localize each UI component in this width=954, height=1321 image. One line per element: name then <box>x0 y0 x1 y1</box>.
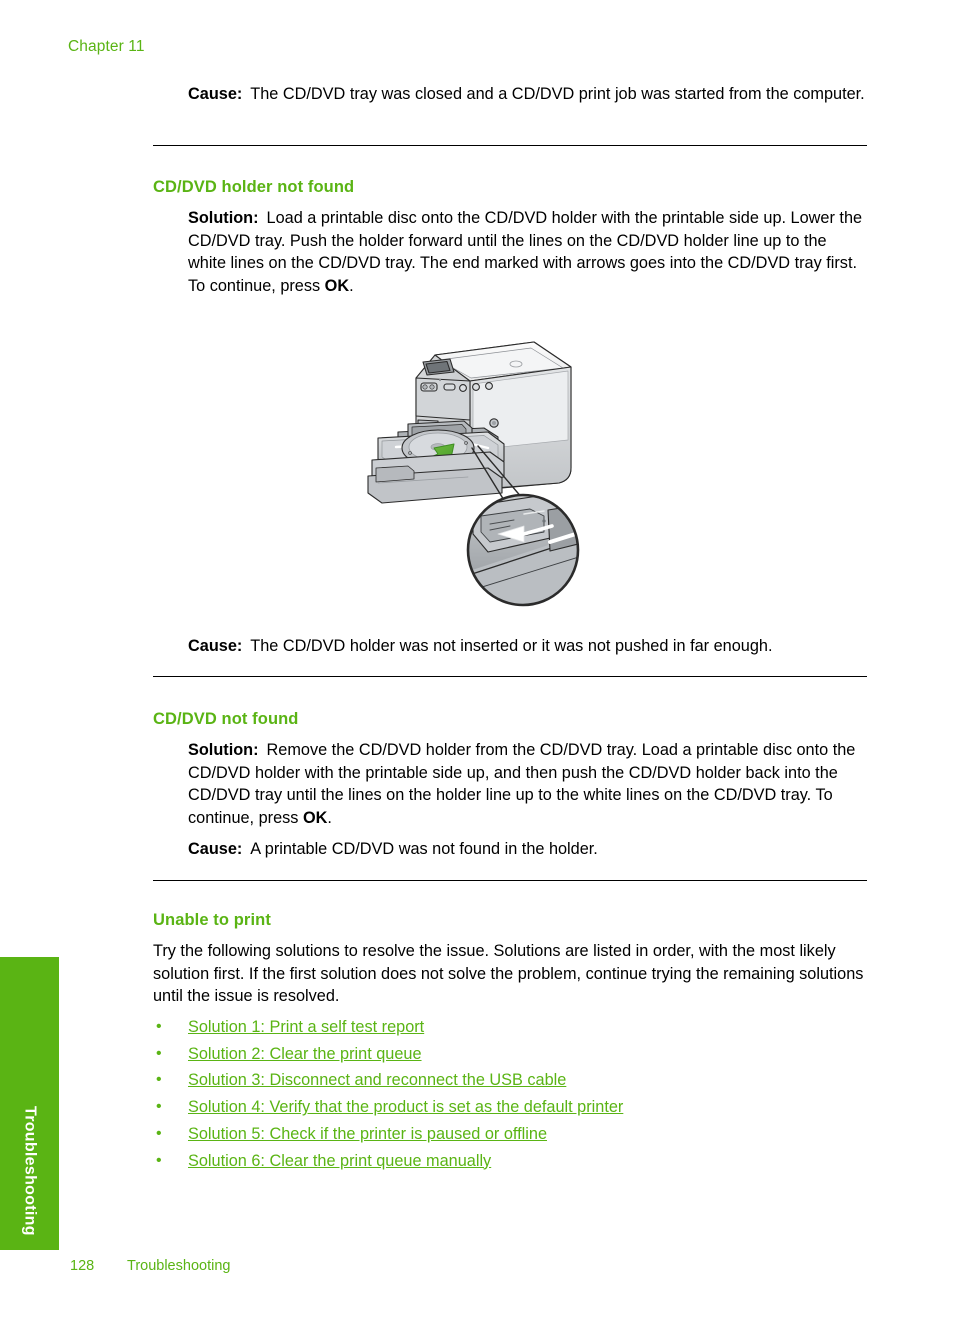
solution-link-6[interactable]: Solution 6: Clear the print queue manual… <box>188 1152 491 1170</box>
list-item[interactable]: • Solution 2: Clear the print queue <box>153 1041 623 1068</box>
solution-links-list: • Solution 1: Print a self test report •… <box>153 1014 623 1174</box>
heading-cddvd-holder-not-found: CD/DVD holder not found <box>153 178 355 196</box>
solution-link-1[interactable]: Solution 1: Print a self test report <box>188 1018 424 1036</box>
solution-text: Load a printable disc onto the CD/DVD ho… <box>188 209 863 295</box>
side-tab-troubleshooting: Troubleshooting <box>0 957 59 1250</box>
status-led <box>438 378 442 382</box>
cause-paragraph-top: Cause: The CD/DVD tray was closed and a C… <box>188 83 867 106</box>
cause-label: Cause: <box>188 637 243 655</box>
button-left-1 <box>422 384 428 390</box>
power-button-inner <box>492 421 496 425</box>
button-round-1 <box>459 384 467 392</box>
bullet-icon: • <box>156 1151 162 1169</box>
ok-button-reference: OK <box>324 276 350 295</box>
list-item[interactable]: • Solution 6: Clear the print queue manu… <box>153 1148 623 1175</box>
solution-link-3[interactable]: Solution 3: Disconnect and reconnect the… <box>188 1071 566 1089</box>
solution-label: Solution: <box>188 209 259 227</box>
unable-to-print-intro: Try the following solutions to resolve t… <box>153 942 864 1005</box>
bullet-icon: • <box>156 1044 162 1062</box>
section-divider-2 <box>153 676 867 677</box>
printer-illustration <box>367 341 580 607</box>
lcd-screen <box>425 360 451 374</box>
button-round-2 <box>472 383 480 391</box>
list-item[interactable]: • Solution 1: Print a self test report <box>153 1014 623 1041</box>
bullet-icon: • <box>156 1071 162 1089</box>
footer-section-name: Troubleshooting <box>127 1258 231 1274</box>
heading-cddvd-not-found: CD/DVD not found <box>153 710 299 728</box>
tray-extension-tab <box>375 465 415 483</box>
solution-link-2[interactable]: Solution 2: Clear the print queue <box>188 1045 422 1063</box>
list-item[interactable]: • Solution 5: Check if the printer is pa… <box>153 1121 623 1148</box>
solution-link-4[interactable]: Solution 4: Verify that the product is s… <box>188 1098 623 1116</box>
solution-link-5[interactable]: Solution 5: Check if the printer is paus… <box>188 1125 547 1143</box>
section-divider-1 <box>153 145 867 146</box>
bullet-icon: • <box>156 1098 162 1116</box>
solution-paragraph-holder-not-found: Solution: Load a printable disc onto the … <box>188 207 867 297</box>
bullet-icon: • <box>156 1018 162 1035</box>
button-left-2 <box>429 384 435 390</box>
footer-page-number: 128 <box>70 1258 95 1274</box>
button-wide <box>443 383 456 391</box>
solution-text-tail: . <box>349 276 354 295</box>
list-item[interactable]: • Solution 4: Verify that the product is… <box>153 1094 623 1121</box>
cause-label: Cause: <box>188 85 243 103</box>
holder-notch-right <box>464 441 468 445</box>
cause-text: A printable CD/DVD was not found in the … <box>250 840 598 858</box>
heading-unable-to-print: Unable to print <box>153 911 271 929</box>
side-tab-label: Troubleshooting <box>21 1106 39 1236</box>
solution-text: Remove the CD/DVD holder from the CD/DVD… <box>188 741 856 827</box>
cause-text: The CD/DVD tray was closed and a CD/DVD … <box>250 85 865 103</box>
list-item[interactable]: • Solution 3: Disconnect and reconnect t… <box>153 1067 623 1094</box>
solution-label: Solution: <box>188 741 259 759</box>
solution-paragraph-cd-not-found: Solution: Remove the CD/DVD holder from t… <box>188 739 867 829</box>
cause-text: The CD/DVD holder was not inserted or it… <box>250 637 773 655</box>
button-round-3 <box>485 382 493 390</box>
figure-cddvd-holder-insert <box>338 320 608 620</box>
section-divider-3 <box>153 880 867 881</box>
solution-text-tail: . <box>327 808 332 827</box>
ok-button-reference: OK <box>302 808 328 827</box>
cause-paragraph-holder-not-found: Cause: The CD/DVD holder was not inserted… <box>188 635 867 658</box>
holder-notch-left <box>408 451 412 455</box>
cause-paragraph-cd-not-found: Cause: A printable CD/DVD was not found i… <box>188 838 867 861</box>
bullet-icon: • <box>156 1124 162 1142</box>
cause-label: Cause: <box>188 840 243 858</box>
page-footer: 128 Troubleshooting <box>70 1258 230 1274</box>
chapter-running-head: Chapter 11 <box>68 38 145 55</box>
